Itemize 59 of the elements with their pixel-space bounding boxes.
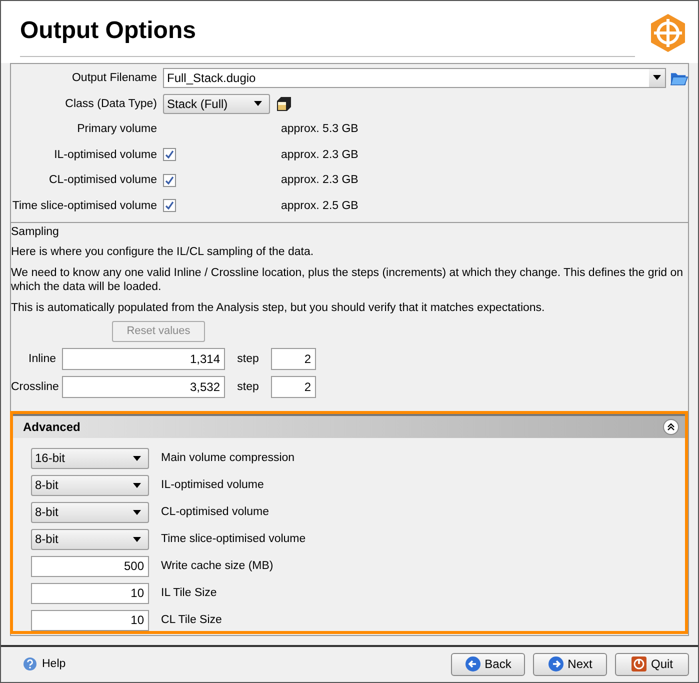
- volume-size: approx. 2.3 GB: [281, 174, 358, 186]
- volume-checkbox[interactable]: [163, 148, 176, 162]
- compression-dropdown[interactable]: 16-bit: [31, 448, 149, 469]
- field-label: step: [236, 352, 260, 365]
- setting-label: Time slice-optimised volume: [161, 533, 306, 546]
- setting-label: IL Tile Size: [161, 587, 217, 600]
- step-field[interactable]: 2: [271, 376, 316, 398]
- dropdown-caret-icon: [254, 101, 262, 106]
- help-icon[interactable]: [23, 657, 37, 672]
- volume-checkbox[interactable]: [163, 174, 176, 187]
- description-text: Here is where you configure the IL/CL sampling of the data.: [11, 244, 315, 259]
- cube-icon: [276, 96, 292, 112]
- filename-combo-field[interactable]: Full_Stack.dugio: [163, 68, 666, 88]
- description-text: This is automatically populated from the Analysis step, but you should verify that it matches expectations.: [11, 300, 546, 315]
- dropdown-caret-icon: [133, 510, 141, 515]
- next-button[interactable]: Next: [533, 652, 607, 676]
- page-title: Output Options: [20, 15, 635, 57]
- field-label: Class (Data Type): [64, 98, 157, 110]
- number-field[interactable]: 10: [31, 610, 149, 631]
- dropdown-caret-icon: [653, 75, 662, 80]
- dropdown-caret-icon: [133, 456, 141, 461]
- setting-label: Main volume compression: [161, 452, 295, 464]
- number-field[interactable]: 10: [31, 582, 149, 604]
- compression-dropdown[interactable]: 8-bit: [31, 474, 149, 496]
- volume-label: Primary volume: [76, 123, 157, 136]
- volume-label: CL-optimised volume: [48, 174, 157, 186]
- volume-label: IL-optimised volume: [53, 148, 157, 161]
- section-header[interactable]: Advanced: [13, 414, 685, 438]
- field-label: Output Filename: [70, 72, 157, 84]
- dropdown-caret-icon: [133, 482, 141, 488]
- volume-size: approx. 2.3 GB: [281, 148, 358, 161]
- setting-label: CL-optimised volume: [161, 506, 270, 518]
- dropdown-caret-icon: [133, 536, 141, 542]
- crosshair-logo-icon: [648, 13, 688, 53]
- class-dropdown[interactable]: Stack (Full): [163, 94, 270, 114]
- collapse-icon[interactable]: [663, 418, 679, 435]
- back-button[interactable]: Back: [451, 652, 525, 676]
- field-label: step: [236, 380, 260, 393]
- volume-size: approx. 5.3 GB: [281, 123, 358, 136]
- setting-label: IL-optimised volume: [161, 479, 264, 492]
- volume-label: Time slice-optimised volume: [11, 200, 157, 212]
- field-label: Inline: [28, 352, 56, 365]
- help-link[interactable]: Help: [42, 658, 66, 670]
- volume-size: approx. 2.5 GB: [281, 200, 358, 212]
- compression-dropdown[interactable]: 8-bit: [31, 502, 149, 523]
- setting-label: Write cache size (MB): [161, 560, 274, 572]
- section-title: Advanced: [23, 420, 80, 434]
- quit-button[interactable]: Quit: [615, 652, 689, 676]
- setting-label: CL Tile Size: [161, 614, 222, 626]
- power-icon: [630, 656, 647, 672]
- volume-checkbox[interactable]: [163, 199, 176, 212]
- section-title: Sampling: [11, 226, 60, 238]
- description-text: We need to know any one valid Inline / Crossline location, plus the steps (increments) at which they change. This defines the grid on which the data will be loaded.: [11, 266, 684, 294]
- number-field[interactable]: 500: [31, 556, 149, 577]
- coordinate-field[interactable]: 1,314: [62, 348, 225, 370]
- step-field[interactable]: 2: [271, 348, 316, 370]
- field-label: Crossline: [11, 380, 56, 393]
- compression-dropdown[interactable]: 8-bit: [31, 528, 149, 550]
- coordinate-field[interactable]: 3,532: [62, 376, 225, 398]
